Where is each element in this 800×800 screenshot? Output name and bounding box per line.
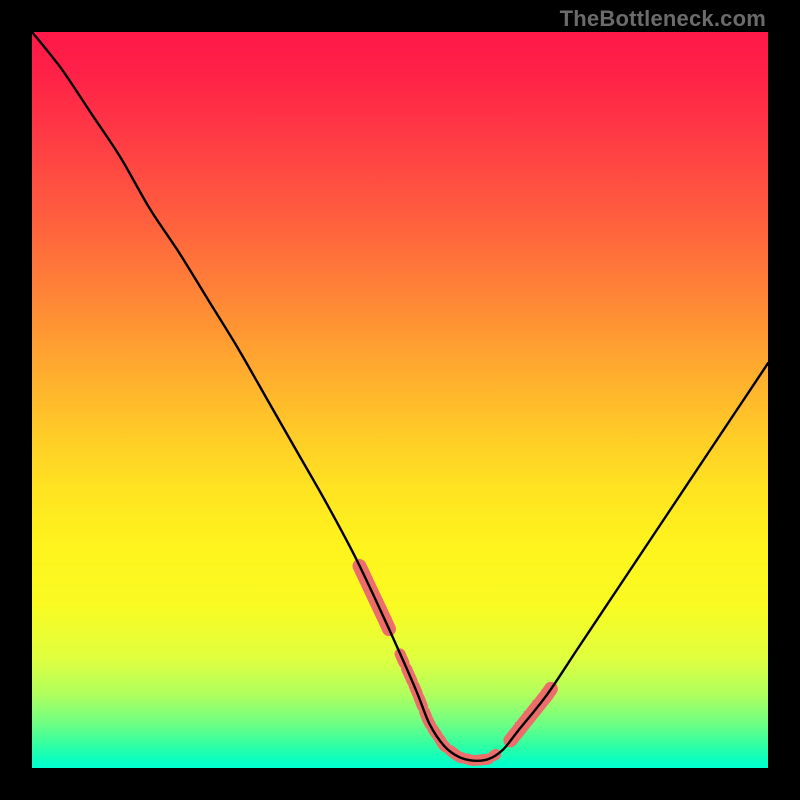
highlight-segment [400,654,496,761]
watermark-text: TheBottleneck.com [560,6,766,32]
chart-stage: TheBottleneck.com [0,0,800,800]
bottleneck-curve [32,32,768,761]
curve-layer [32,32,768,768]
plot-area [32,32,768,768]
